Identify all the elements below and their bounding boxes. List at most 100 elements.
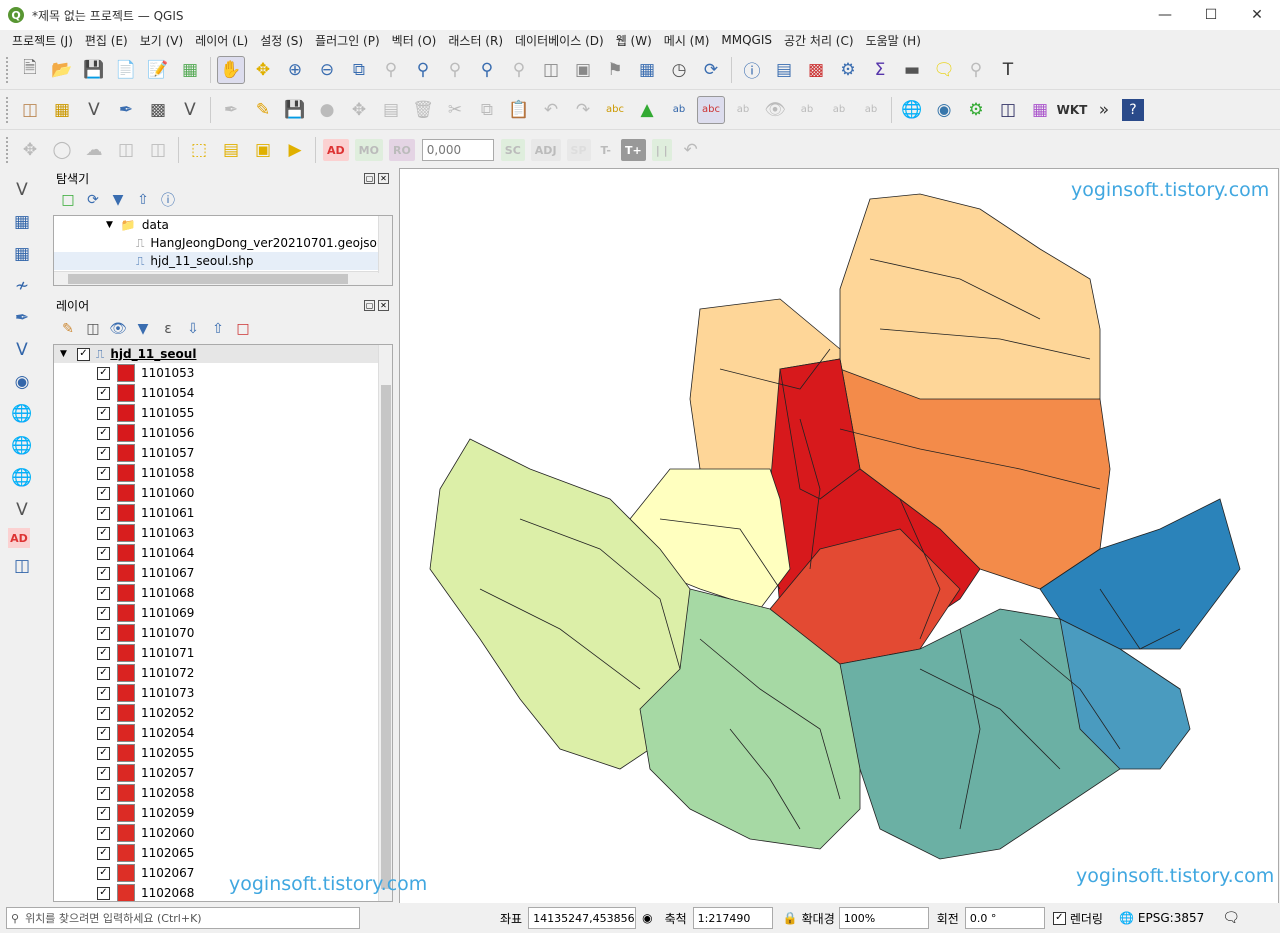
legend-item-checkbox[interactable]: ✓ — [97, 606, 110, 620]
menu-layer[interactable]: 레이어 (L) — [189, 32, 254, 49]
select-value-icon[interactable]: ☁ — [80, 136, 108, 164]
label-props-icon[interactable]: ab — [857, 96, 885, 124]
current-edits-icon[interactable]: ✒ — [217, 96, 245, 124]
t-minus-button[interactable]: T- — [597, 139, 615, 161]
legend-item[interactable]: ✓ 1101053 — [97, 363, 392, 383]
legend-item-checkbox[interactable]: ✓ — [97, 846, 110, 860]
python-console-icon[interactable]: ◉ — [930, 96, 958, 124]
legend-item[interactable]: ✓ 1101069 — [97, 603, 392, 623]
adv-digitize-icon[interactable]: ✥ — [16, 136, 44, 164]
rotate-label-icon[interactable]: ab — [793, 96, 821, 124]
legend-item[interactable]: ✓ 1101073 — [97, 683, 392, 703]
adj-button[interactable]: ADJ — [530, 139, 561, 161]
collapse-all-icon[interactable]: ⇧ — [132, 190, 154, 210]
browser-item-data[interactable]: ▼ 📁 data — [54, 216, 392, 234]
menu-vector[interactable]: 벡터 (O) — [386, 32, 443, 49]
undo-icon[interactable]: ↶ — [537, 96, 565, 124]
t-plus-button[interactable]: T+ — [620, 139, 646, 161]
new-vector-icon[interactable]: V — [8, 496, 36, 524]
legend-item-checkbox[interactable]: ✓ — [97, 506, 110, 520]
legend-item-checkbox[interactable]: ✓ — [97, 546, 110, 560]
new-bookmark-icon[interactable]: ⚑ — [601, 56, 629, 84]
new-shapefile-icon[interactable]: V — [80, 96, 108, 124]
legend-item-checkbox[interactable]: ✓ — [97, 486, 110, 500]
legend-item[interactable]: ✓ 1101057 — [97, 443, 392, 463]
gps-icon[interactable]: ▩ — [144, 96, 172, 124]
rotation-input[interactable]: 0.0 ° — [964, 907, 1045, 929]
legend-item[interactable]: ✓ 1101060 — [97, 483, 392, 503]
wkt-icon[interactable]: WKT — [1057, 96, 1088, 124]
float-panel-icon[interactable]: ▢ — [364, 299, 375, 311]
temporal-controller-icon[interactable]: ◷ — [665, 56, 693, 84]
layer-styling-icon[interactable]: ✎ — [57, 319, 79, 339]
legend-item[interactable]: ✓ 1101058 — [97, 463, 392, 483]
close-panel-icon[interactable]: ✕ — [378, 172, 389, 184]
menu-mmqgis[interactable]: MMQGIS — [715, 33, 778, 47]
menu-plugins[interactable]: 플러그인 (P) — [309, 32, 386, 49]
map-tips-icon[interactable]: 🗨 — [930, 56, 958, 84]
attribute-table-icon[interactable]: ▤ — [770, 56, 798, 84]
undo-adv-icon[interactable]: ↶ — [677, 136, 705, 164]
legend-item-checkbox[interactable]: ✓ — [97, 406, 110, 420]
modify-attributes-icon[interactable]: ▤ — [377, 96, 405, 124]
add-wfs-icon[interactable]: 🌐 — [8, 464, 36, 492]
close-icon[interactable]: ✕ — [1234, 0, 1280, 30]
legend-item-checkbox[interactable]: ✓ — [97, 586, 110, 600]
vector-layer-icon[interactable]: V — [176, 96, 204, 124]
menu-view[interactable]: 보기 (V) — [134, 32, 189, 49]
zoom-full-icon[interactable]: ⧉ — [345, 56, 373, 84]
legend-item[interactable]: ✓ 1101056 — [97, 423, 392, 443]
layer-visibility-checkbox[interactable]: ✓ — [76, 347, 90, 361]
processing-toolbox-icon[interactable]: ⚙ — [834, 56, 862, 84]
select-rect-icon[interactable]: ⬚ — [185, 136, 213, 164]
layer-group-row[interactable]: ▼ ✓ ⎍ hjd_11_seoul — [54, 345, 392, 363]
expand-all-icon[interactable]: ⇩ — [182, 319, 204, 339]
deselect-icon[interactable]: ◫ — [144, 136, 172, 164]
cut-icon[interactable]: ✂ — [441, 96, 469, 124]
add-vector-layer-icon[interactable]: V — [8, 176, 36, 204]
legend-item-checkbox[interactable]: ✓ — [97, 426, 110, 440]
save-project-icon[interactable]: 💾 — [80, 56, 108, 84]
scale-input[interactable]: 1:217490 — [692, 907, 773, 929]
filter-expression-icon[interactable]: ε — [157, 319, 179, 339]
legend-item-checkbox[interactable]: ✓ — [97, 766, 110, 780]
legend-item-checkbox[interactable]: ✓ — [97, 886, 110, 900]
layer-manager-icon[interactable]: ◫ — [16, 96, 44, 124]
label-icon[interactable]: abc — [601, 96, 629, 124]
legend-item-checkbox[interactable]: ✓ — [97, 686, 110, 700]
maximize-icon[interactable]: ☐ — [1188, 0, 1234, 30]
menu-help[interactable]: 도움말 (H) — [860, 32, 927, 49]
legend-item-checkbox[interactable]: ✓ — [97, 446, 110, 460]
db-manager-icon[interactable]: ◫ — [994, 96, 1022, 124]
legend-item-checkbox[interactable]: ✓ — [97, 866, 110, 880]
save-edits-icon[interactable]: 💾 — [281, 96, 309, 124]
add-gpx-icon[interactable]: ✒ — [8, 304, 36, 332]
help-icon[interactable]: ? — [1122, 98, 1144, 121]
menu-settings[interactable]: 설정 (S) — [254, 32, 309, 49]
new-map-view-icon[interactable]: ◫ — [537, 56, 565, 84]
deselect-all-icon[interactable]: ▣ — [249, 136, 277, 164]
zoom-in-icon[interactable]: ⊕ — [281, 56, 309, 84]
zoom-layer-icon[interactable]: ⚲ — [409, 56, 437, 84]
ad-button[interactable]: AD — [323, 139, 349, 161]
sc-button[interactable]: SC — [500, 139, 525, 161]
zoom-native-icon[interactable]: ⚲ — [441, 56, 469, 84]
add-postgis-icon[interactable]: ◉ — [8, 368, 36, 396]
render-checkbox[interactable]: ✓ — [1052, 911, 1066, 925]
more-tools-icon[interactable]: » — [1090, 96, 1118, 124]
zoom-next-icon[interactable]: ⚲ — [505, 56, 533, 84]
coord-input[interactable]: 14135247,4538561 — [528, 907, 637, 929]
browser-vscroll[interactable] — [378, 216, 392, 273]
menu-raster[interactable]: 래스터 (R) — [442, 32, 509, 49]
legend-item[interactable]: ✓ 1101068 — [97, 583, 392, 603]
text-annotation-icon[interactable]: T — [994, 56, 1022, 84]
expand-arrow-icon[interactable]: ▼ — [106, 220, 113, 230]
legend-item[interactable]: ✓ 1101063 — [97, 523, 392, 543]
measure-icon[interactable]: ▬ — [898, 56, 926, 84]
layout-manager-icon[interactable]: 📝 — [144, 56, 172, 84]
add-delimited-text-icon[interactable]: ≁ — [8, 272, 36, 300]
browser-hscroll[interactable] — [54, 271, 392, 285]
magnifier-input[interactable]: 100% — [838, 907, 929, 929]
pan-icon[interactable]: ✋ — [217, 55, 245, 84]
legend-item[interactable]: ✓ 1101071 — [97, 643, 392, 663]
